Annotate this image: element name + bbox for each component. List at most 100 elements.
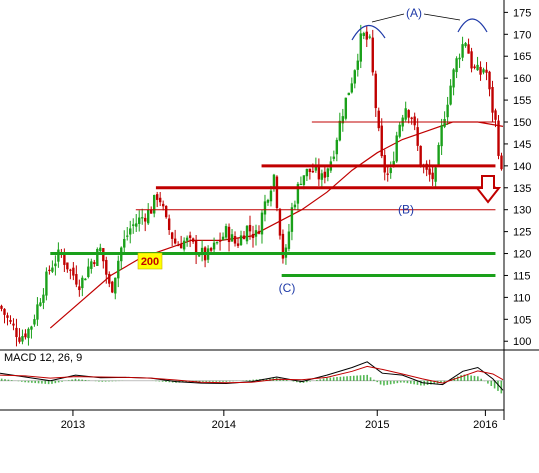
candle-body <box>221 236 225 240</box>
candle-body <box>117 260 120 279</box>
candle-body <box>30 326 33 330</box>
y-tick-label: 150 <box>513 117 531 129</box>
annotation-c-label: (C) <box>279 281 296 295</box>
candle-body <box>323 171 327 178</box>
candle-body <box>485 69 488 73</box>
annotation-a-leader-left <box>371 13 405 23</box>
chart-root: (A) (B) (C) 200 100 105 110 115 120 125 130 135 140… <box>0 0 539 473</box>
moving-average-line <box>49 121 504 329</box>
candle-body <box>54 263 57 267</box>
candle-body <box>467 44 470 54</box>
candle-body <box>398 124 401 137</box>
candle-body <box>479 66 482 75</box>
candle-body <box>233 236 237 244</box>
candle-body <box>275 176 279 209</box>
candle-body <box>431 172 434 180</box>
candle-body <box>18 337 21 342</box>
candle-body <box>75 274 78 285</box>
candle-body <box>105 259 108 275</box>
candle-body <box>84 278 87 281</box>
candle-body <box>12 323 15 326</box>
candle-body <box>185 237 189 241</box>
candle-body <box>302 175 306 185</box>
candle-body <box>386 173 389 175</box>
annotation-a-arc-right <box>457 18 488 33</box>
candle-body <box>78 286 81 291</box>
candle-body <box>141 217 144 219</box>
annotations-layer: (A) (B) (C) 200 <box>137 6 502 295</box>
x-tick-label: 2014 <box>212 419 236 431</box>
candle-body <box>90 261 93 269</box>
candle-body <box>81 277 84 289</box>
candle-body <box>155 194 159 200</box>
x-tick-label: 2015 <box>365 419 389 431</box>
candle-body <box>51 267 54 272</box>
candle-body <box>218 239 222 242</box>
candle-body <box>377 110 380 129</box>
candle-body <box>320 173 324 180</box>
candle-body <box>245 225 249 242</box>
candle-body <box>440 125 443 147</box>
candle-body <box>99 247 102 252</box>
y-tick-label: 110 <box>513 292 531 304</box>
candle-body <box>476 64 479 71</box>
candle-body <box>260 212 264 235</box>
candle-body <box>395 135 398 162</box>
candle-body <box>188 235 192 238</box>
candle-body <box>111 281 114 293</box>
candle-body <box>176 244 180 247</box>
support-resistance-layer <box>50 121 496 277</box>
moving-average-layer <box>49 121 504 329</box>
candle-body <box>138 217 141 224</box>
candle-body <box>293 204 297 208</box>
x-axis: 2013 2014 2015 2016 <box>0 409 504 431</box>
candle-body <box>491 87 494 113</box>
candle-body <box>500 155 503 170</box>
candle-body <box>272 174 276 189</box>
candle-body <box>356 60 359 70</box>
candle-body <box>173 238 177 244</box>
y-tick-label: 100 <box>513 336 531 348</box>
candle-body <box>470 51 473 69</box>
y-tick-label: 135 <box>513 183 531 195</box>
candle-body <box>167 218 171 230</box>
candles-layer <box>0 24 503 347</box>
candle-body <box>66 262 69 270</box>
candle-body <box>108 273 111 284</box>
stock-chart: (A) (B) (C) 200 100 105 110 115 120 125 130 135 140… <box>0 0 539 431</box>
y-tick-label: 105 <box>513 314 531 326</box>
candle-body <box>132 224 135 226</box>
candle-body <box>36 304 39 320</box>
candle-body <box>290 207 294 232</box>
y-tick-label: 130 <box>513 205 531 217</box>
candle-body <box>404 108 407 120</box>
candle-body <box>3 308 6 315</box>
candle-body <box>455 58 458 73</box>
annotation-b-label: (B) <box>398 203 414 217</box>
candle-body <box>413 116 416 126</box>
candle-body <box>332 156 336 159</box>
y-tick-label: 115 <box>513 270 531 282</box>
candle-body <box>410 117 413 119</box>
candle-body <box>311 170 315 173</box>
candle-body <box>257 231 261 234</box>
y-tick-label: 155 <box>513 95 531 107</box>
macd-macd-line <box>0 361 504 391</box>
candle-body <box>326 168 330 177</box>
candle-body <box>135 223 138 227</box>
candle-body <box>230 234 234 242</box>
candle-body <box>482 69 485 73</box>
candle-body <box>63 255 66 265</box>
y-tick-label: 170 <box>513 29 531 41</box>
candle-body <box>182 240 186 250</box>
candle-body <box>33 319 36 325</box>
candle-body <box>251 233 255 239</box>
candle-body <box>254 230 258 237</box>
candle-body <box>170 232 174 239</box>
candle-body <box>437 144 440 166</box>
candle-body <box>359 33 362 62</box>
candle-body <box>494 110 497 120</box>
candle-body <box>434 167 437 182</box>
candle-body <box>239 235 243 246</box>
candle-body <box>144 217 147 222</box>
